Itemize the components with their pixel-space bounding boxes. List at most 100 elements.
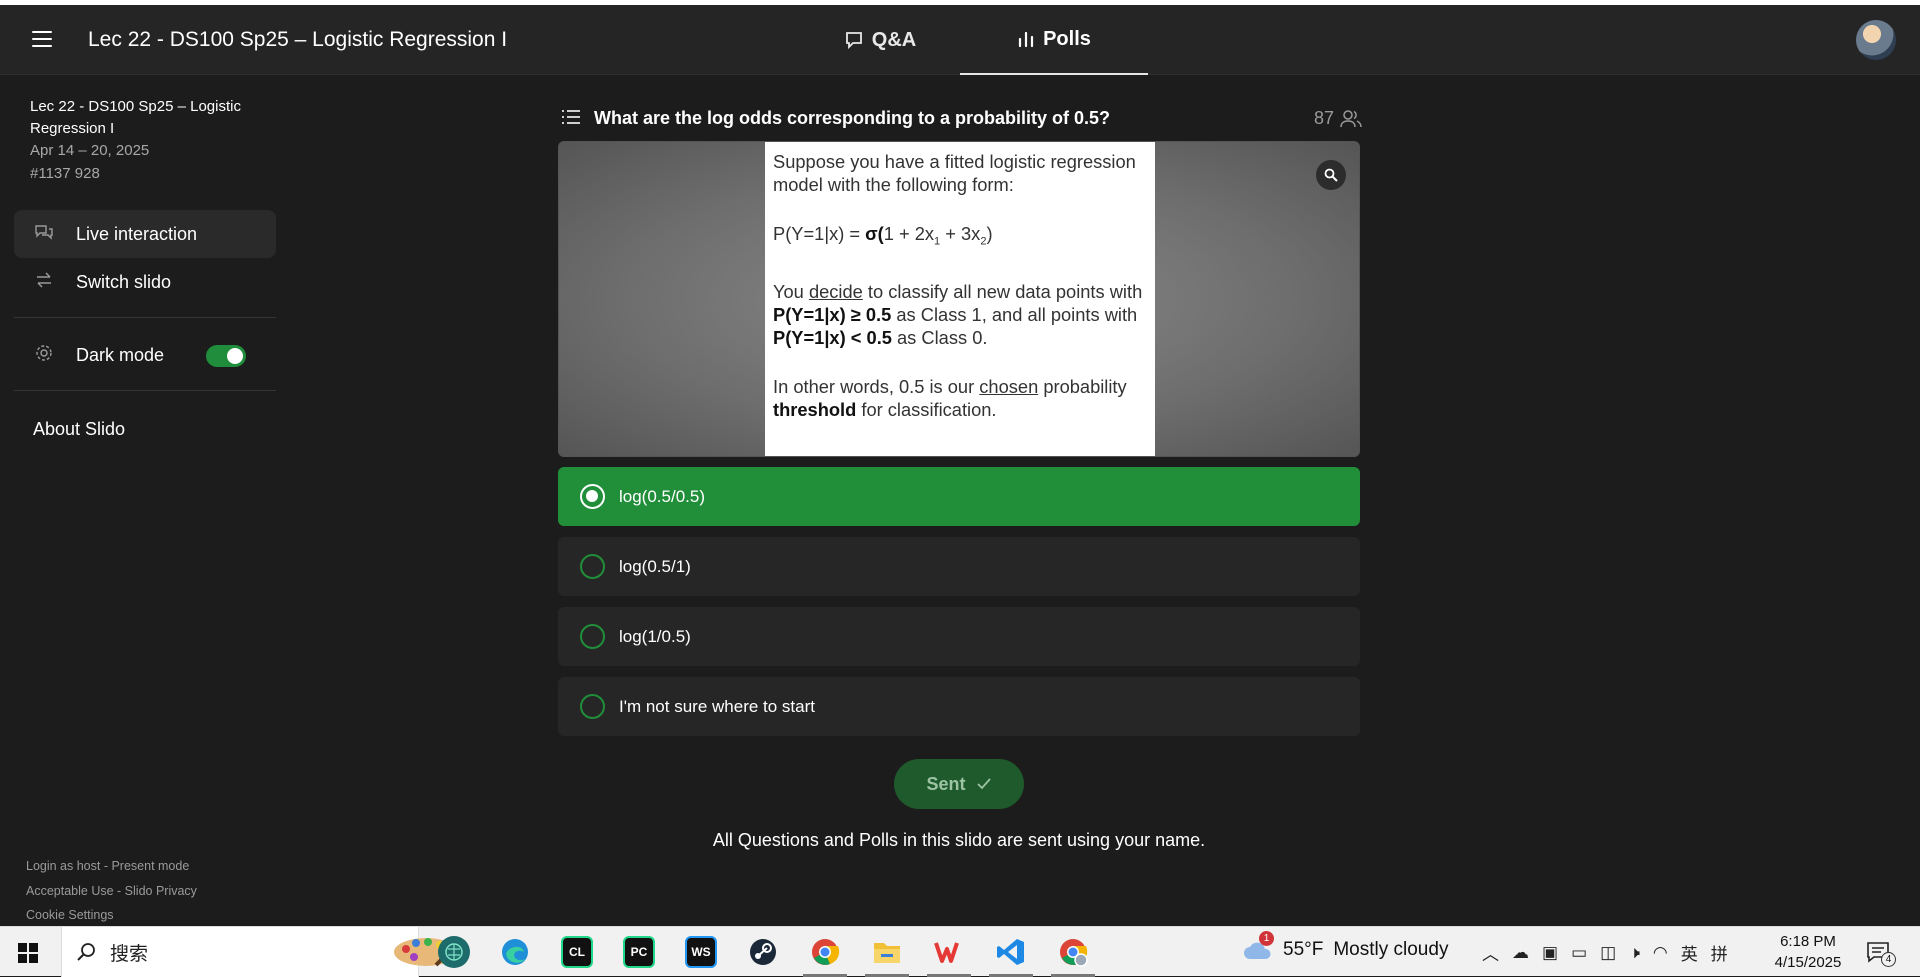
privacy-notice: All Questions and Polls in this slido ar… [712, 830, 1206, 850]
sidebar-item-label: Dark mode [76, 344, 165, 365]
steam-icon[interactable] [747, 936, 779, 968]
vscode-icon[interactable] [989, 936, 1033, 977]
clion-icon[interactable]: CL [561, 936, 593, 968]
weather-widget[interactable]: 1 55°F Mostly cloudy [1243, 931, 1449, 961]
present-mode-link[interactable]: Present mode [111, 859, 189, 873]
brain-app-icon[interactable] [438, 936, 470, 968]
system-monitor-icon[interactable]: ▣ [1542, 943, 1558, 963]
wifi-icon[interactable]: ◠ [1653, 943, 1668, 963]
radio-button[interactable] [580, 484, 605, 509]
webstorm-icon[interactable]: WS [685, 936, 717, 968]
file-explorer-icon[interactable] [865, 936, 909, 977]
formula-lhs: P(Y=1|x) = [773, 223, 866, 244]
taskbar-search-box[interactable]: 搜索 [61, 927, 464, 977]
sidebar-event-date: Apr 14 – 20, 2025 [30, 142, 150, 159]
cookie-settings-link[interactable]: Cookie Settings [26, 908, 114, 922]
slide-text-bold: P(Y=1|x) < 0.5 [773, 326, 892, 348]
battery-icon[interactable]: ▭ [1571, 943, 1587, 963]
notification-count: 4 [1881, 952, 1896, 967]
ime-language[interactable]: 英 [1681, 940, 1698, 965]
windows-start-icon[interactable] [18, 943, 38, 963]
sidebar-item-label: Live interaction [76, 223, 198, 244]
ime-mode[interactable]: 拼 [1711, 940, 1728, 965]
tab-qa-label: Q&A [871, 28, 917, 51]
sidebar-event-code: #1137 928 [30, 165, 100, 182]
sidebar: Lec 22 - DS100 Sp25 – Logistic Regressio… [0, 76, 290, 926]
poll-option-label: log(0.5/0.5) [619, 486, 705, 506]
cloud-icon: 1 [1243, 931, 1274, 961]
formula-close: ) [986, 223, 993, 244]
pycharm-icon[interactable]: PC [623, 936, 655, 968]
edge-icon[interactable] [499, 936, 531, 968]
speaker-muted-icon[interactable]: 🕨 [1629, 943, 1640, 963]
participant-count-value: 87 [1313, 108, 1334, 128]
notification-center-icon[interactable]: 4 [1866, 941, 1896, 967]
system-clock[interactable]: 6:18 PM 4/15/2025 [1766, 931, 1850, 973]
slide-text-chosen: chosen [979, 375, 1039, 397]
search-icon [1324, 168, 1338, 182]
chat-bubbles-icon [34, 224, 54, 245]
sent-label: Sent [926, 773, 966, 794]
slide-text: probability [1038, 375, 1127, 397]
weather-desc: Mostly cloudy [1333, 939, 1449, 960]
sidebar-divider [14, 317, 276, 318]
participant-count: 87 [1314, 108, 1362, 129]
tab-polls-label: Polls [1043, 27, 1091, 50]
poll-image[interactable]: Suppose you have a fitted logistic regre… [558, 141, 1360, 457]
about-slido-link[interactable]: About Slido [33, 419, 125, 440]
switch-arrows-icon [34, 271, 54, 293]
sidebar-item-dark-mode[interactable]: Dark mode [14, 331, 276, 379]
sidebar-item-live-interaction[interactable]: Live interaction [14, 210, 276, 258]
poll-option[interactable]: log(0.5/1) [558, 537, 1360, 596]
avatar[interactable] [1856, 20, 1896, 60]
poll-option[interactable]: log(0.5/0.5) [558, 467, 1360, 526]
menu-icon[interactable] [32, 31, 52, 47]
slide-text: for classification. [856, 398, 997, 420]
chrome-profile-icon[interactable] [1051, 936, 1095, 977]
slide-paragraph-3: You decide to classify all new data poin… [773, 280, 1147, 349]
dark-mode-toggle[interactable] [206, 345, 246, 367]
footer-links-row-1: Login as host - Present mode [26, 859, 190, 873]
slide-text: to classify all new data points with [862, 280, 1143, 302]
weather-temp: 55°F [1283, 939, 1324, 960]
slide-paragraph-1: Suppose you have a fitted logistic regre… [773, 151, 1136, 195]
footer-links-row-3: Cookie Settings [26, 908, 114, 922]
chrome-icon[interactable] [803, 936, 847, 977]
poll-option[interactable]: I'm not sure where to start [558, 677, 1360, 736]
top-bar: Lec 22 - DS100 Sp25 – Logistic Regressio… [0, 5, 1920, 75]
slide-formula: P(Y=1|x) = σ(1 + 2x1 + 3x2) [773, 222, 1147, 254]
taskbar-search-text: 搜索 [110, 943, 149, 965]
poll-option[interactable]: log(1/0.5) [558, 607, 1360, 666]
clock-time: 6:18 PM [1780, 933, 1836, 950]
login-as-host-link[interactable]: Login as host [26, 859, 100, 873]
cloud-sync-icon[interactable]: ☁ [1512, 943, 1529, 963]
radio-button[interactable] [580, 624, 605, 649]
tab-polls[interactable]: Polls [960, 5, 1148, 75]
radio-button[interactable] [580, 554, 605, 579]
privacy-link[interactable]: Slido Privacy [125, 884, 197, 898]
acceptable-use-link[interactable]: Acceptable Use [26, 884, 114, 898]
zoom-image-button[interactable] [1316, 160, 1346, 190]
weather-badge: 1 [1259, 931, 1274, 946]
chevron-up-icon[interactable]: ︿ [1482, 940, 1499, 965]
checkmark-icon [976, 778, 991, 790]
slide-text-bold: threshold [773, 398, 857, 420]
sidebar-item-label: Switch slido [76, 271, 172, 292]
event-title: Lec 22 - DS100 Sp25 – Logistic Regressio… [88, 28, 508, 51]
radio-button[interactable] [580, 694, 605, 719]
bar-chart-icon [1018, 31, 1034, 48]
tab-qa[interactable]: Q&A [820, 5, 940, 75]
slide-paragraph-4: In other words, 0.5 is our chosen probab… [773, 375, 1147, 421]
formula-part-b: + 3x [940, 223, 981, 244]
slide-text: You [773, 280, 809, 302]
slide-text: as Class 0. [891, 326, 988, 348]
wps-icon[interactable] [927, 936, 971, 977]
footer-links-row-2: Acceptable Use - Slido Privacy [26, 884, 197, 898]
slide-text: as Class 1, and all points with [891, 303, 1138, 325]
meeting-icon[interactable]: ◫ [1600, 943, 1616, 963]
sidebar-divider [14, 390, 276, 391]
system-tray: ︿ ☁ ▣ ▭ ◫ 🕨 ◠ 英 拼 [1482, 940, 1728, 965]
poll-option-label: log(1/0.5) [619, 626, 691, 646]
sent-button[interactable]: Sent [894, 759, 1024, 809]
sidebar-item-switch-slido[interactable]: Switch slido [14, 258, 276, 306]
